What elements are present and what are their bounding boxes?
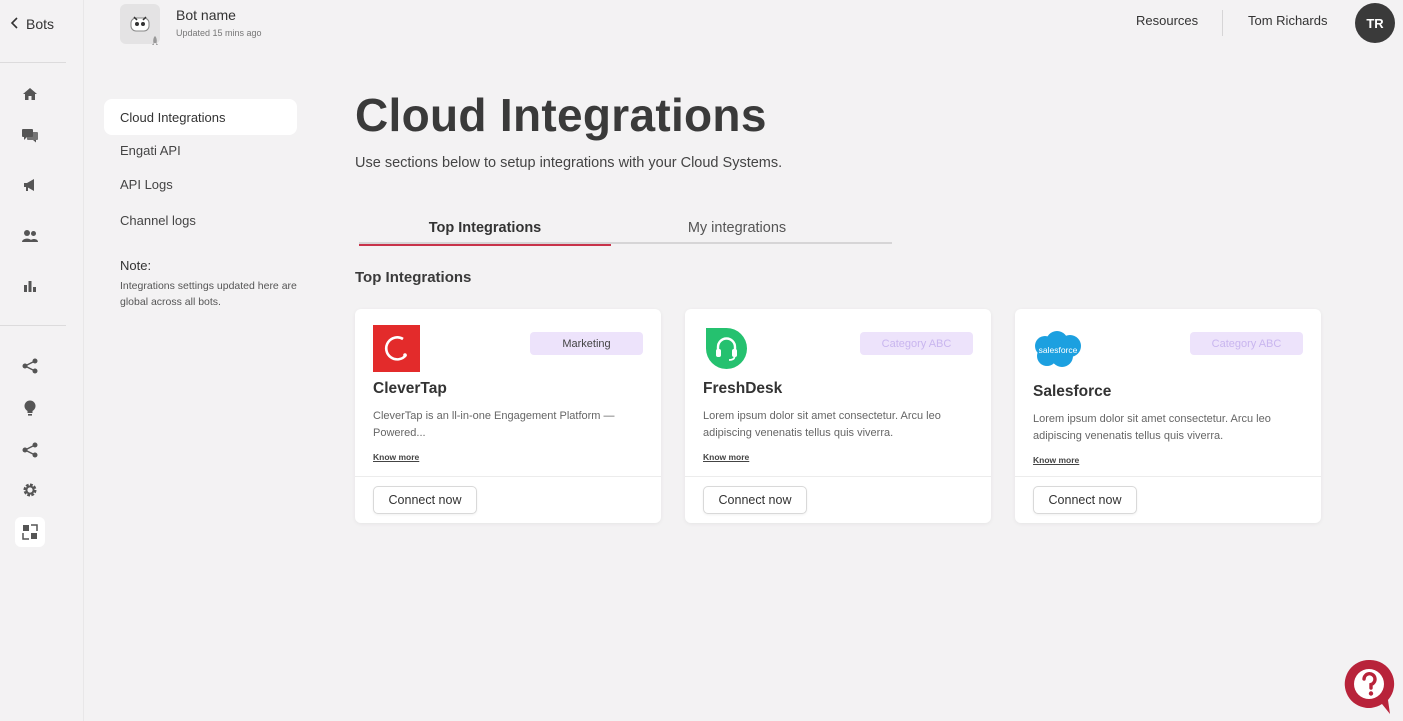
category-badge: Category ABC bbox=[1190, 332, 1303, 355]
left-rail: Bots bbox=[0, 0, 84, 721]
tab-top-integrations[interactable]: Top Integrations bbox=[359, 212, 611, 246]
resources-link[interactable]: Resources bbox=[1136, 13, 1198, 28]
home-icon[interactable] bbox=[17, 81, 43, 107]
subnav-item-cloud-integrations[interactable]: Cloud Integrations bbox=[104, 99, 297, 135]
bot-avatar bbox=[120, 4, 160, 45]
back-to-bots-link[interactable]: Bots bbox=[10, 14, 54, 34]
robot-icon bbox=[130, 16, 150, 32]
page-subtitle: Use sections below to setup integrations… bbox=[355, 155, 783, 171]
flow-icon[interactable] bbox=[17, 353, 43, 379]
know-more-link[interactable]: Know more bbox=[373, 452, 419, 462]
bar-chart-icon[interactable] bbox=[17, 273, 43, 299]
chevron-left-icon bbox=[10, 16, 20, 32]
card-title: CleverTap bbox=[373, 380, 447, 397]
card-description: Lorem ipsum dolor sit amet consectetur. … bbox=[703, 410, 941, 439]
card-title: FreshDesk bbox=[703, 380, 783, 397]
card-divider bbox=[355, 476, 661, 477]
bot-name: Bot name bbox=[176, 7, 236, 23]
settings-icon[interactable] bbox=[17, 477, 43, 503]
integrations-icon[interactable] bbox=[15, 517, 45, 547]
card-divider bbox=[1015, 476, 1321, 477]
lightbulb-icon[interactable] bbox=[17, 395, 43, 421]
salesforce-logo-text: salesforce bbox=[1039, 345, 1078, 355]
tab-my-integrations[interactable]: My integrations bbox=[611, 212, 863, 244]
chat-icon[interactable] bbox=[17, 122, 43, 148]
know-more-link[interactable]: Know more bbox=[1033, 455, 1079, 465]
salesforce-logo: salesforce bbox=[1031, 329, 1085, 371]
page-title: Cloud Integrations bbox=[355, 89, 767, 141]
note-title: Note: bbox=[120, 258, 152, 273]
category-badge: Marketing bbox=[530, 332, 643, 355]
megaphone-icon[interactable] bbox=[17, 172, 43, 198]
note-text: Integrations settings updated here are g… bbox=[120, 280, 297, 308]
back-label: Bots bbox=[26, 16, 55, 32]
card-description: CleverTap is an ll-in-one Engagement Pla… bbox=[373, 410, 615, 439]
integration-card-salesforce: salesforce Category ABC Salesforce Lorem… bbox=[1015, 309, 1321, 523]
connect-now-button[interactable]: Connect now bbox=[703, 486, 807, 514]
subnav-item-api-logs[interactable]: API Logs bbox=[104, 166, 297, 202]
rail-divider bbox=[0, 62, 66, 63]
category-badge: Category ABC bbox=[860, 332, 973, 355]
users-icon[interactable] bbox=[17, 223, 43, 249]
integration-card-freshdesk: Category ABC FreshDesk Lorem ipsum dolor… bbox=[685, 309, 991, 523]
share-icon[interactable] bbox=[17, 437, 43, 463]
connect-now-button[interactable]: Connect now bbox=[1033, 486, 1137, 514]
clevertap-logo bbox=[373, 325, 420, 372]
user-name[interactable]: Tom Richards bbox=[1248, 13, 1327, 28]
freshdesk-logo bbox=[703, 325, 750, 372]
card-divider bbox=[685, 476, 991, 477]
rocket-icon bbox=[152, 36, 158, 45]
subnav-item-channel-logs[interactable]: Channel logs bbox=[104, 202, 297, 238]
connect-now-button[interactable]: Connect now bbox=[373, 486, 477, 514]
card-title: Salesforce bbox=[1033, 383, 1112, 400]
header-divider bbox=[1222, 10, 1223, 36]
subnav-item-engati-api[interactable]: Engati API bbox=[104, 132, 297, 168]
user-avatar[interactable]: TR bbox=[1355, 3, 1395, 43]
help-chat-button[interactable] bbox=[1342, 657, 1396, 717]
help-chat-icon bbox=[1344, 659, 1395, 714]
bot-updated-timestamp: Updated 15 mins ago bbox=[176, 28, 262, 38]
section-title: Top Integrations bbox=[355, 269, 472, 286]
card-description: Lorem ipsum dolor sit amet consectetur. … bbox=[1033, 413, 1271, 442]
know-more-link[interactable]: Know more bbox=[703, 452, 749, 462]
rail-divider bbox=[0, 325, 66, 326]
integrations-tabs: Top Integrations My integrations bbox=[359, 212, 892, 246]
integration-card-clevertap: Marketing CleverTap CleverTap is an ll-i… bbox=[355, 309, 661, 523]
